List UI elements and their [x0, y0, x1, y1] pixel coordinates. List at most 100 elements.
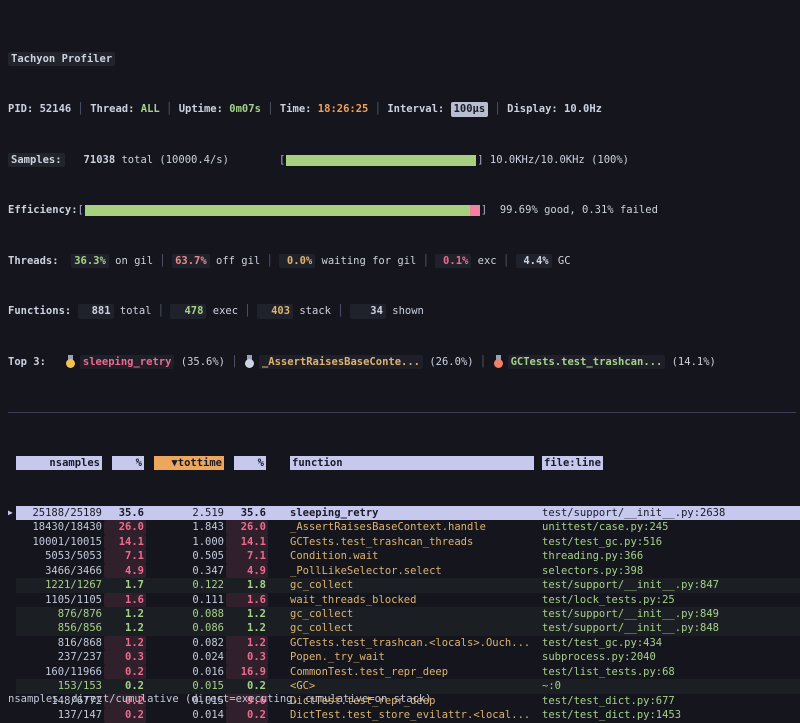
status-value: ALL [141, 102, 160, 116]
function-stat-label: shown [386, 304, 424, 318]
row-cursor [8, 535, 16, 549]
file-cell: threading.py:366 [540, 549, 800, 563]
column-header-function[interactable]: function [288, 456, 540, 470]
table-row[interactable]: 856/8561.20.0861.2gc_collecttest/support… [8, 621, 800, 635]
function-cell: _AssertRaisesBaseContext.handle [288, 520, 540, 534]
column-header-tottime-sorted[interactable]: ▼tottime [146, 456, 226, 470]
separator-pipe: │ [474, 355, 493, 369]
bronze-medal-icon [494, 355, 503, 368]
separator-pipe: │ [71, 102, 90, 116]
nsamples-cell: 10001/10015 [16, 535, 104, 549]
table-row[interactable]: 10001/1001514.11.00014.1GCTests.test_tra… [8, 535, 800, 549]
efficiency-bar [85, 205, 480, 216]
file-cell: selectors.py:398 [540, 564, 800, 578]
silver-medal-icon [245, 355, 254, 368]
thread-stat-value: 0.0% [279, 254, 315, 268]
row-cursor: ▶ [8, 506, 16, 520]
thread-stat-label: off gil [210, 254, 261, 268]
tottime-cell: 0.347 [146, 564, 226, 578]
gap-cell [268, 593, 288, 607]
efficiency-label: Efficiency: [8, 203, 78, 217]
gap-cell [268, 549, 288, 563]
gap-cell [268, 621, 288, 635]
function-cell: gc_collect [288, 607, 540, 621]
function-cell: wait_threads_blocked [288, 593, 540, 607]
gap-cell [268, 506, 288, 520]
efficiency-line: Efficiency:[] 99.69% good, 0.31% failed [8, 203, 800, 217]
nsamples-cell: 237/237 [16, 650, 104, 664]
nsamples-cell: 876/876 [16, 607, 104, 621]
table-row[interactable]: 1105/11051.60.1111.6wait_threads_blocked… [8, 593, 800, 607]
row-cursor [8, 578, 16, 592]
row-cursor [8, 564, 16, 578]
status-value: 100µs [451, 102, 489, 116]
thread-stat-label: on gil [109, 254, 153, 268]
direct-percent-cell: 1.2 [104, 621, 146, 635]
gap-cell [268, 650, 288, 664]
direct-percent-cell: 0.3 [104, 650, 146, 664]
table-row[interactable]: 3466/34664.90.3474.9_PollLikeSelector.se… [8, 564, 800, 578]
row-cursor [8, 636, 16, 650]
column-header-cumulative-percent[interactable]: % [226, 456, 268, 470]
gap-cell [268, 578, 288, 592]
table-row[interactable]: ▶25188/2518935.62.51935.6sleeping_retryt… [8, 506, 800, 520]
gap-cell [268, 636, 288, 650]
gap-cell [268, 535, 288, 549]
row-cursor [8, 650, 16, 664]
nsamples-cell: 1221/1267 [16, 578, 104, 592]
function-cell: gc_collect [288, 578, 540, 592]
status-label: Thread: [90, 102, 141, 116]
top3-percent: (35.6%) [174, 355, 225, 369]
column-header-nsamples[interactable]: nsamples [16, 456, 104, 470]
row-cursor [8, 607, 16, 621]
title-line: Tachyon Profiler [8, 52, 800, 66]
table-row[interactable]: 5053/50537.10.5057.1Condition.waitthread… [8, 549, 800, 563]
direct-percent-cell: 4.9 [104, 564, 146, 578]
thread-stat-value: 4.4% [516, 254, 552, 268]
status-value: 18:26:25 [318, 102, 369, 116]
top3-function-name[interactable]: sleeping_retry [80, 355, 175, 369]
separator-pipe: │ [260, 254, 279, 268]
thread-stat-value: 0.1% [435, 254, 471, 268]
nsamples-cell: 5053/5053 [16, 549, 104, 563]
column-header-direct-percent[interactable]: % [104, 456, 146, 470]
separator-pipe: │ [238, 304, 257, 318]
separator-pipe: │ [160, 102, 179, 116]
table-row[interactable]: 18430/1843026.01.84326.0_AssertRaisesBas… [8, 520, 800, 534]
table-row[interactable]: 876/8761.20.0881.2gc_collecttest/support… [8, 607, 800, 621]
thread-stat-value: 63.7% [172, 254, 210, 268]
threads-label: Threads: [8, 254, 71, 268]
row-cursor [8, 549, 16, 563]
function-stat-value: 403 [257, 304, 293, 318]
top3-percent: (26.0%) [423, 355, 474, 369]
table-row[interactable]: 816/8681.20.0821.2GCTests.test_trashcan.… [8, 636, 800, 650]
top3-function-name[interactable]: _AssertRaisesBaseConte... [259, 355, 423, 369]
nsamples-cell: 816/868 [16, 636, 104, 650]
samples-rate-bar [286, 155, 476, 166]
nsamples-cell: 25188/25189 [16, 506, 104, 520]
thread-stat-label: GC [552, 254, 571, 268]
top3-function-name[interactable]: GCTests.test_trashcan... [508, 355, 666, 369]
tottime-cell: 0.088 [146, 607, 226, 621]
status-label: Time: [280, 102, 318, 116]
function-stat-value: 478 [170, 304, 206, 318]
top3-percent: (14.1%) [665, 355, 716, 369]
table-row[interactable]: 1221/12671.70.1221.8gc_collecttest/suppo… [8, 578, 800, 592]
tottime-cell: 1.000 [146, 535, 226, 549]
samples-label: Samples: [8, 153, 65, 167]
function-stat-value: 34 [350, 304, 386, 318]
cumulative-percent-cell: 1.2 [226, 607, 268, 621]
column-header-file-line[interactable]: file:line [540, 456, 800, 470]
direct-percent-cell: 1.7 [104, 578, 146, 592]
separator-pipe: │ [368, 102, 387, 116]
function-cell: Condition.wait [288, 549, 540, 563]
status-label: Display: [507, 102, 564, 116]
status-value: 0m07s [229, 102, 261, 116]
table-row[interactable]: 237/2370.30.0240.3Popen._try_waitsubproc… [8, 650, 800, 664]
file-cell: test/lock_tests.py:25 [540, 593, 800, 607]
cumulative-percent-cell: 1.2 [226, 621, 268, 635]
separator-pipe: │ [331, 304, 350, 318]
file-cell: unittest/case.py:245 [540, 520, 800, 534]
footer-legend: nsamples: direct/cumulative (direct=exec… [8, 692, 432, 706]
file-cell: test/support/__init__.py:847 [540, 578, 800, 592]
